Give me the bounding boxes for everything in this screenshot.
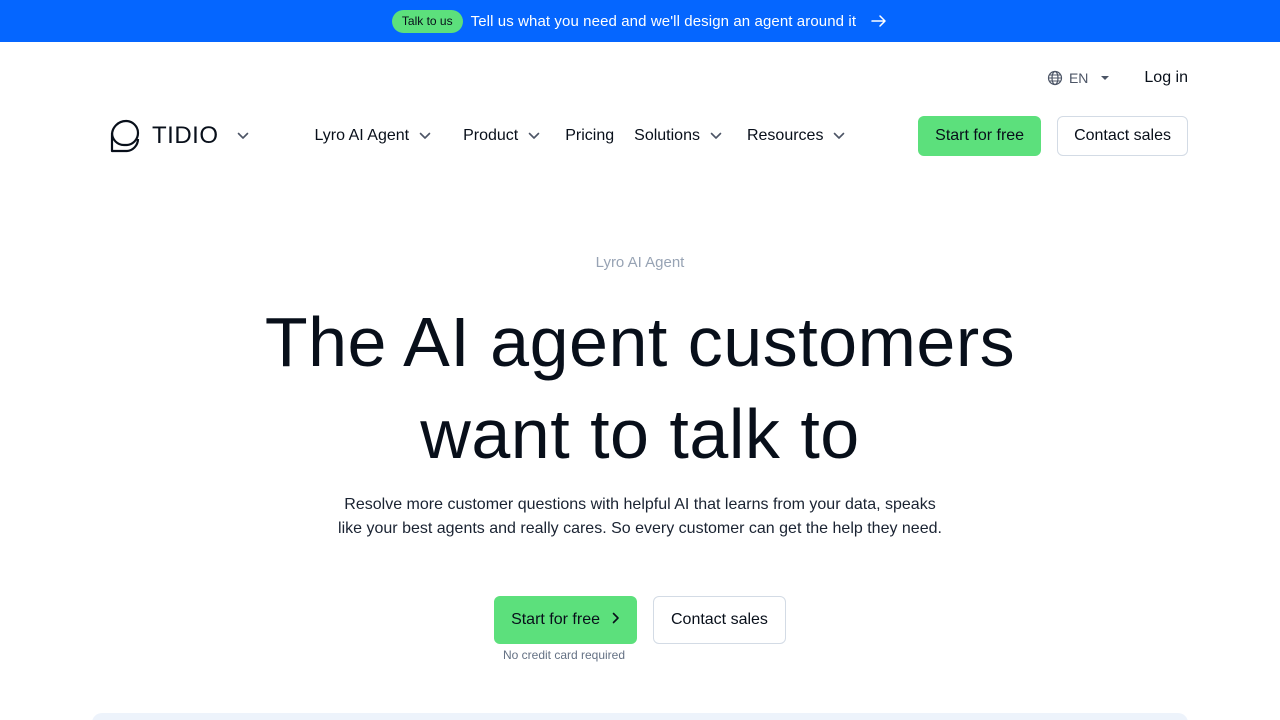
nav-start-for-free-button[interactable]: Start for free [918,116,1042,156]
nav-item-pricing[interactable]: Pricing [565,127,614,145]
no-credit-card-note: No credit card required [502,648,626,662]
chevron-down-icon [528,132,540,140]
chevron-down-icon [833,132,845,140]
nav-item-product[interactable]: Product [463,127,540,145]
product-preview-edge [92,713,1188,720]
hero-subtext-line-1: Resolve more customer questions with hel… [344,496,936,513]
nav-item-solutions[interactable]: Solutions [634,127,722,145]
language-label: EN [1068,70,1089,86]
hero-headline-line-2: want to talk to [420,395,860,473]
chevron-right-icon [612,611,620,629]
chevron-down-icon [710,132,722,140]
hero-subtext-line-2: like your best agents and really cares. … [338,520,942,537]
nav-item-label: Lyro AI Agent [314,127,410,144]
login-link[interactable]: Log in [1144,69,1188,87]
hero-subtext: Resolve more customer questions with hel… [320,493,960,541]
tidio-logo[interactable]: TIDIO [110,116,249,156]
nav-contact-sales-button[interactable]: Contact sales [1057,116,1188,156]
globe-icon [1047,70,1063,86]
nav-item-label: Solutions [634,127,700,144]
banner-text[interactable]: Tell us what you need and we'll design a… [471,13,857,30]
nav-item-label: Product [463,127,519,144]
language-selector[interactable]: EN [1047,70,1110,86]
nav-item-resources[interactable]: Resources [747,127,845,145]
tidio-logo-icon [110,115,146,158]
arrow-right-icon[interactable] [870,12,888,30]
hero-headline: The AI agent customers want to talk to [0,296,1280,480]
chevron-down-icon [419,132,431,140]
hero-headline-line-1: The AI agent customers [264,303,1016,381]
hero-cta-group: Start for free Contact sales [0,596,1280,644]
nav-item-label: Resources [746,127,824,144]
caret-down-icon [1100,75,1110,81]
main-nav: TIDIO Lyro AI Agent Product Pricing Solu… [110,116,1188,156]
nav-cta-group: Start for free Contact sales [918,116,1188,156]
nav-menu: Lyro AI Agent Product Pricing Solutions … [315,127,846,145]
nav-item-lyro-ai-agent[interactable]: Lyro AI Agent [315,127,432,145]
logo-wordmark: TIDIO [152,122,219,149]
talk-to-us-pill[interactable]: Talk to us [391,9,463,33]
hero-eyebrow: Lyro AI Agent [595,254,685,271]
utility-bar: EN Log in [1047,64,1188,92]
hero-start-for-free-button[interactable]: Start for free [494,596,637,644]
hero-start-for-free-label: Start for free [511,611,600,628]
chevron-down-icon[interactable] [237,132,249,140]
nav-item-label: Pricing [565,127,615,144]
hero-contact-sales-button[interactable]: Contact sales [652,596,786,644]
announcement-banner[interactable]: Talk to us Tell us what you need and we'… [0,0,1280,42]
